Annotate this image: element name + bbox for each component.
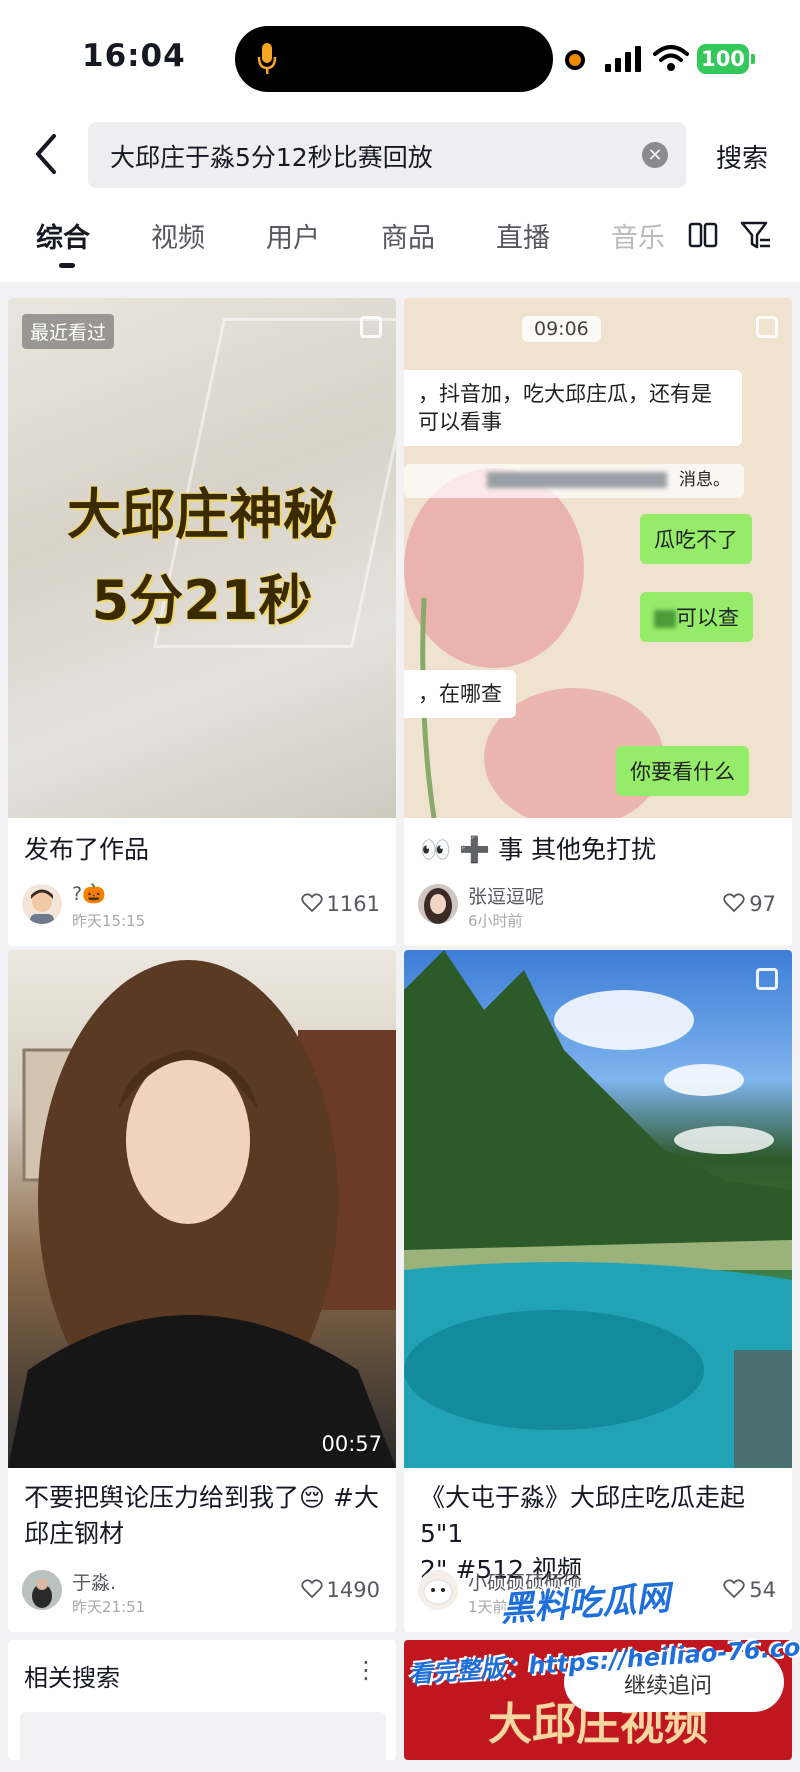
like-count-value: 54	[749, 1578, 776, 1602]
wifi-icon	[653, 45, 689, 71]
multi-image-icon	[756, 968, 778, 990]
like-count-value: 1490	[326, 1578, 380, 1602]
avatar[interactable]	[418, 1570, 458, 1610]
card-title: 发布了作品	[24, 835, 150, 864]
clear-search-icon[interactable]: ×	[642, 142, 668, 168]
search-button[interactable]: 搜索	[716, 138, 768, 175]
filter-icon[interactable]	[740, 220, 772, 250]
back-arrow-icon[interactable]	[32, 132, 62, 176]
like-count-value: 1161	[326, 892, 380, 916]
recording-indicator-icon	[565, 50, 585, 70]
video-thumbnail[interactable]: 09:06 ，抖音加，吃大邱庄瓜，还有是 可以看事 消息。 瓜吃不了 可以查 ，在…	[404, 298, 792, 818]
result-card[interactable]: 09:06 ，抖音加，吃大邱庄瓜，还有是 可以看事 消息。 瓜吃不了 可以查 ，在…	[404, 298, 792, 946]
avatar[interactable]	[22, 884, 62, 924]
more-options-icon[interactable]: ⋮	[354, 1656, 378, 1684]
heart-icon	[723, 1579, 745, 1599]
chat-timestamp: 09:06	[522, 316, 601, 342]
video-thumbnail[interactable]: 大邱庄神秘 5分21秒 最近看过	[8, 298, 396, 818]
like-count[interactable]: 1161	[300, 892, 380, 916]
chat-bubble: ，抖音加，吃大邱庄瓜，还有是 可以看事	[404, 370, 742, 446]
related-searches-heading: 相关搜索	[24, 1664, 120, 1692]
result-card[interactable]: 《大屯于淼》大邱庄吃瓜走起 5"1 2" #512 视频 小硕硕硕硕硕 1天前 5…	[404, 950, 792, 1632]
avatar[interactable]	[22, 1570, 62, 1610]
card-title: 不要把舆论压力给到我了😔 #大 邱庄钢材	[24, 1483, 379, 1548]
post-time: 昨天15:15	[72, 912, 146, 930]
multi-image-icon	[756, 316, 778, 338]
status-bar: 16:04 100	[0, 0, 800, 110]
chat-bubble: 瓜吃不了	[640, 514, 752, 564]
tab-users[interactable]: 用户	[266, 216, 320, 255]
related-search-item[interactable]	[20, 1712, 386, 1772]
author-name[interactable]: 张逗逗呢	[468, 882, 544, 909]
multi-image-icon	[360, 316, 382, 338]
result-card[interactable]: 00:57 不要把舆论压力给到我了😔 #大 邱庄钢材 于淼. 昨天21:51 14…	[8, 950, 396, 1632]
recently-viewed-badge: 最近看过	[22, 314, 115, 349]
video-thumbnail[interactable]: 00:57	[8, 950, 396, 1468]
video-duration: 00:57	[321, 1432, 382, 1456]
status-time: 16:04	[82, 38, 186, 74]
tab-live[interactable]: 直播	[496, 216, 550, 255]
related-searches: 相关搜索 ⋮	[8, 1640, 396, 1772]
author-name[interactable]: ?🎃	[72, 882, 106, 905]
dynamic-island	[235, 26, 553, 92]
search-header: 大邱庄于淼5分12秒比赛回放 × 搜索	[0, 110, 800, 206]
like-count[interactable]: 97	[723, 892, 776, 916]
post-time: 6小时前	[468, 912, 523, 930]
active-tab-indicator	[59, 263, 75, 268]
heart-icon	[300, 1579, 323, 1599]
card-title: 👀 ➕ 事 其他免打扰	[420, 835, 657, 864]
poster-title: 大邱庄神秘	[67, 483, 337, 546]
tab-products[interactable]: 商品	[381, 216, 435, 255]
result-card[interactable]: 大邱庄神秘 5分21秒 最近看过 发布了作品 ?🎃 昨天15:15 1161	[8, 298, 396, 946]
avatar[interactable]	[418, 884, 458, 924]
tab-music[interactable]: 音乐	[611, 216, 665, 255]
video-thumbnail[interactable]	[404, 950, 792, 1468]
like-count[interactable]: 54	[723, 1578, 776, 1602]
tab-video[interactable]: 视频	[151, 216, 205, 255]
like-count-value: 97	[749, 892, 776, 916]
battery-indicator: 100	[697, 44, 755, 74]
heart-icon	[723, 893, 745, 913]
search-query-text: 大邱庄于淼5分12秒比赛回放	[110, 143, 433, 172]
search-input[interactable]: 大邱庄于淼5分12秒比赛回放 ×	[88, 122, 686, 188]
poster-subtitle: 5分21秒	[91, 569, 313, 632]
chat-bubble: 可以查	[640, 592, 753, 642]
like-count[interactable]: 1490	[300, 1578, 380, 1602]
chat-bubble: 你要看什么	[616, 746, 749, 796]
microphone-icon	[257, 43, 277, 74]
search-tabs: 综合 视频 用户 商品 直播 音乐	[0, 206, 800, 282]
tab-comprehensive[interactable]: 综合	[36, 216, 90, 255]
chat-bubble: ，在哪查	[404, 670, 516, 718]
post-time: 昨天21:51	[72, 1598, 146, 1616]
heart-icon	[300, 893, 323, 913]
layout-toggle-icon[interactable]	[688, 220, 718, 250]
chat-system-message: 消息。	[404, 464, 744, 498]
author-name[interactable]: 于淼.	[72, 1568, 116, 1595]
cellular-signal-icon	[605, 46, 641, 72]
